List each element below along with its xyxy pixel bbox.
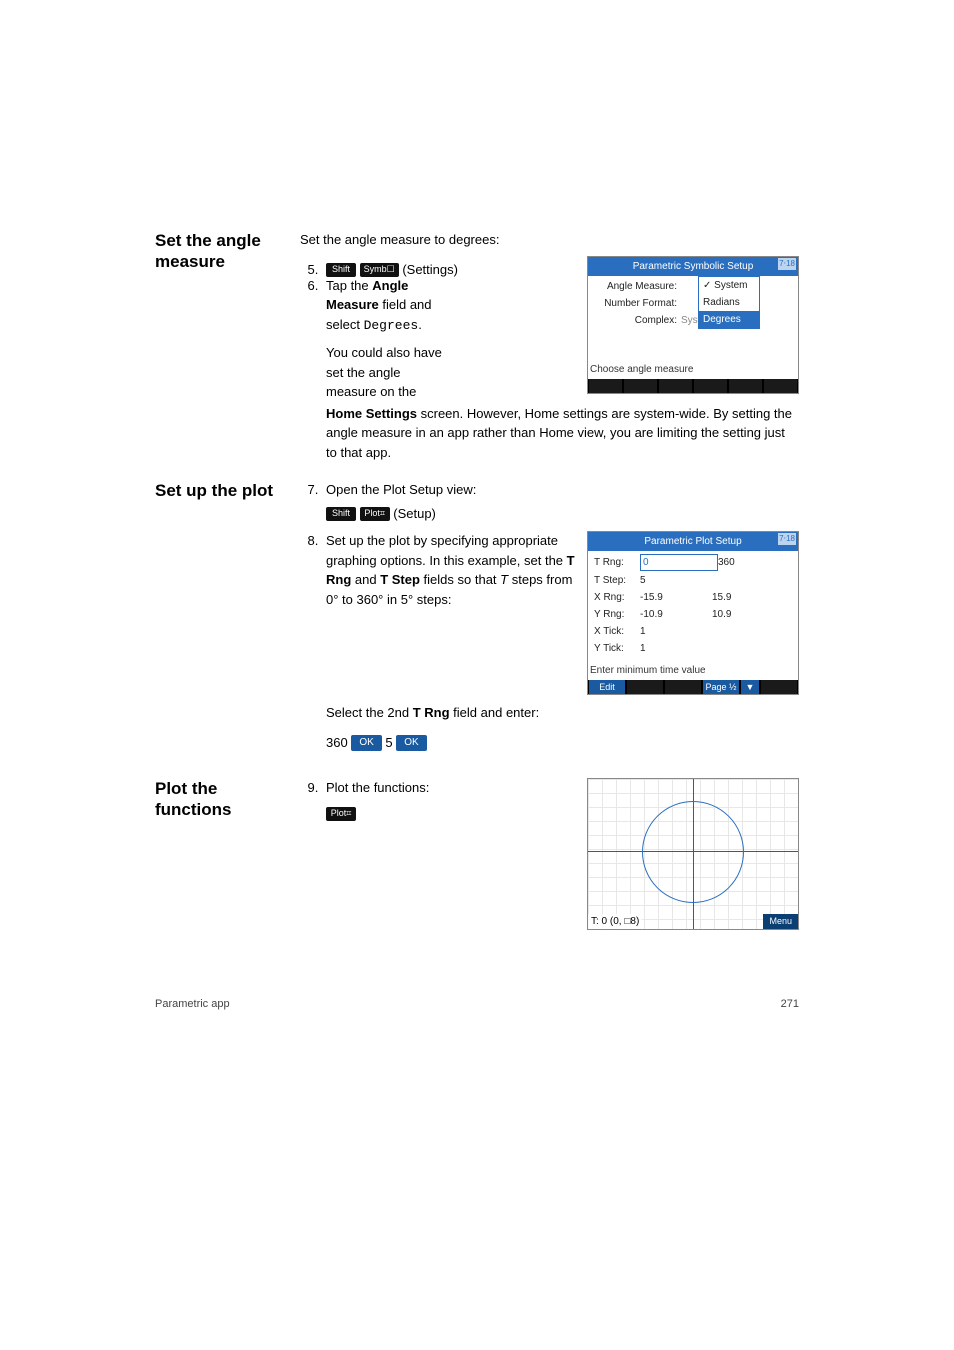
shift-key-icon-2: Shift xyxy=(326,507,356,521)
ps-r3l: X Rng: xyxy=(590,590,640,605)
symb-key-icon: Symb☐ xyxy=(360,263,399,277)
step-7: Open the Plot Setup view: Shift Plot⌗ (S… xyxy=(322,480,799,523)
ps-r5l: X Tick: xyxy=(590,624,640,639)
plot-key-icon-2: Plot⌗ xyxy=(326,807,356,821)
s8-c: and xyxy=(351,572,380,587)
s6-e: . xyxy=(418,317,422,332)
s6-d: Degrees xyxy=(364,318,419,333)
s8-sel-d: and enter: xyxy=(481,705,540,720)
sc1-r2: Number Format: xyxy=(592,296,681,311)
step-6: Tap the Angle Measure field and select D… xyxy=(322,276,446,336)
sc2-clock: 7⋅18 xyxy=(778,533,796,545)
plot-status: T: 0 (0, □8) xyxy=(588,914,642,929)
s8-sel-c: field xyxy=(450,705,481,720)
sc1-clock: 7⋅18 xyxy=(778,258,796,270)
ok-softkey-2: OK xyxy=(396,735,426,751)
s6-p2-wide: Home Settings screen. However, Home sett… xyxy=(326,404,799,463)
s9-text: Plot the functions: xyxy=(326,778,575,798)
plot-circle xyxy=(642,801,744,903)
dd-degrees: Degrees xyxy=(699,311,759,328)
s8-sel-b: T Rng xyxy=(413,705,450,720)
sc1-r1: Angle Measure: xyxy=(592,279,681,294)
s8-a: Set up the plot by specifying appropriat… xyxy=(326,533,567,568)
plot-graph-screenshot: T: 0 (0, □8) Menu xyxy=(587,778,799,930)
s6-p2-narrow: You could also have set the angle measur… xyxy=(326,343,446,402)
s8-f: T xyxy=(500,572,508,587)
sk-arrow: ▼ xyxy=(741,680,759,694)
ps-r1l: T Rng: xyxy=(590,555,640,570)
ps-r3v1: -15.9 xyxy=(640,590,712,605)
symbolic-setup-screenshot: Parametric Symbolic Setup 7⋅18 Angle Mea… xyxy=(587,256,799,394)
s6-a: Tap the xyxy=(326,278,372,293)
ps-r6l: Y Tick: xyxy=(590,641,640,656)
ps-r4v2: 10.9 xyxy=(712,607,796,622)
step-8: Set up the plot by specifying appropriat… xyxy=(322,531,799,752)
footer-right: 271 xyxy=(781,998,799,1010)
ps-r5v1: 1 xyxy=(640,624,712,639)
ps-r6v1: 1 xyxy=(640,641,712,656)
dd-system: System xyxy=(699,277,759,294)
ps-r1v1: 0 xyxy=(640,554,718,571)
s7-label: (Setup) xyxy=(393,506,436,521)
section-heading-plot-fn: Plot the functions xyxy=(155,778,300,821)
step5-label: (Settings) xyxy=(402,262,458,277)
footer-left: Parametric app xyxy=(155,998,230,1010)
s8-d: T Step xyxy=(380,572,420,587)
ps-r3v2: 15.9 xyxy=(712,590,796,605)
s8-e: fields so that xyxy=(420,572,500,587)
plot-menu-btn: Menu xyxy=(763,914,798,930)
angle-intro: Set the angle measure to degrees: xyxy=(300,230,799,250)
s8-sel-a: Select the 2nd xyxy=(326,705,413,720)
section-heading-plot-setup: Set up the plot xyxy=(155,480,300,501)
ps-r2v1: 5 xyxy=(640,573,712,588)
s6-p2a-narrow: You could also have set the angle measur… xyxy=(326,345,442,399)
entry-360: 360 xyxy=(326,735,348,750)
sc1-help: Choose angle measure xyxy=(588,358,798,379)
section-heading-angle: Set the angle measure xyxy=(155,230,300,273)
entry-5: 5 xyxy=(385,735,392,750)
ps-r4l: Y Rng: xyxy=(590,607,640,622)
ok-softkey-1: OK xyxy=(351,735,381,751)
step-9: Plot the functions: Plot⌗ T: 0 (0, □8) xyxy=(322,778,799,930)
dd-radians: Radians xyxy=(699,294,759,311)
s6-p2b: Home Settings xyxy=(326,406,417,421)
ps-r2l: T Step: xyxy=(590,573,640,588)
sk-edit: Edit xyxy=(589,680,625,694)
ps-r1v2: 360 xyxy=(718,555,796,570)
plot-setup-screenshot: Parametric Plot Setup 7⋅18 T Rng:0360 T … xyxy=(587,531,799,695)
angle-dropdown: System Radians Degrees xyxy=(698,276,760,329)
sc1-title: Parametric Symbolic Setup xyxy=(633,261,754,272)
plot-key-icon: Plot⌗ xyxy=(360,507,390,521)
sc2-help: Enter minimum time value xyxy=(588,659,798,680)
shift-key-icon: Shift xyxy=(326,263,356,277)
s7-text: Open the Plot Setup view: xyxy=(326,480,799,500)
sc1-r3: Complex: xyxy=(592,313,681,328)
ps-r4v1: -10.9 xyxy=(640,607,712,622)
sc2-title: Parametric Plot Setup xyxy=(644,536,741,547)
sk-page: Page ½ xyxy=(703,680,739,694)
